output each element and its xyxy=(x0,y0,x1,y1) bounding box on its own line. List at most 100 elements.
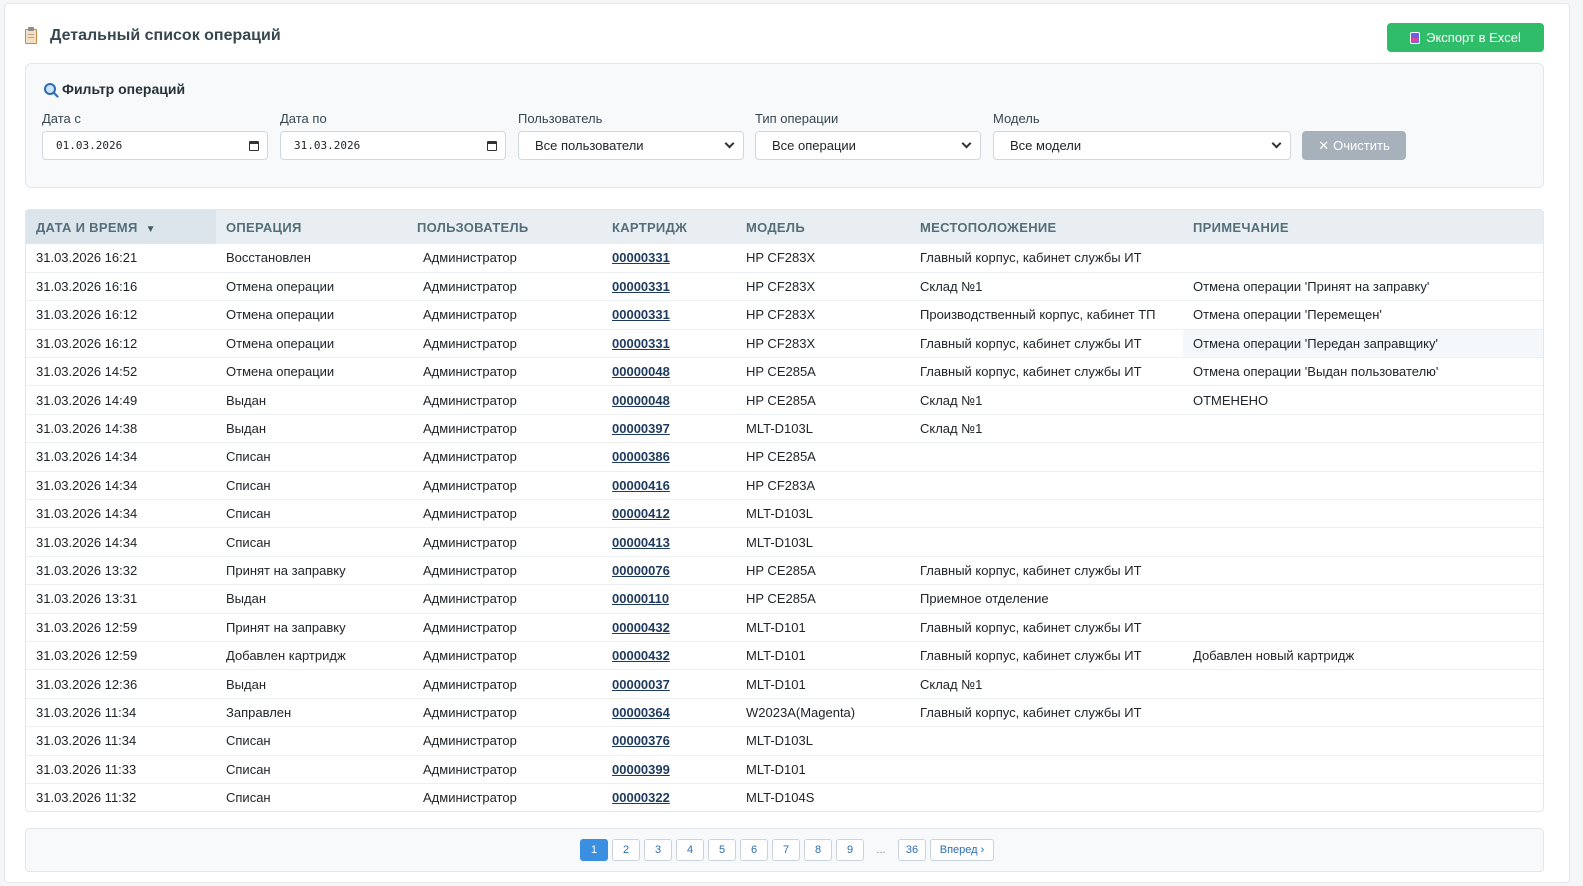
sort-desc-icon[interactable]: ▼ xyxy=(146,224,156,235)
cell-note xyxy=(1183,414,1543,442)
cell-cartridge[interactable]: 00000399 xyxy=(602,755,736,783)
clear-filter-button[interactable]: ✕ Очистить xyxy=(1302,131,1406,160)
column-header-model[interactable]: МОДЕЛЬ xyxy=(736,210,910,244)
cell-model: HP CE285A xyxy=(746,364,816,380)
page-button[interactable]: 3 xyxy=(644,839,672,861)
cell-cartridge[interactable]: 00000331 xyxy=(602,244,736,272)
cell-operation: Отмена операции xyxy=(226,335,335,351)
page-button[interactable]: 2 xyxy=(612,839,640,861)
page-button[interactable]: 1 xyxy=(580,839,608,861)
table-row[interactable]: 31.03.2026 11:34 Заправлен Администратор 00… xyxy=(26,698,1543,727)
optype-field: Тип операции Все операции xyxy=(755,111,981,160)
table-row[interactable]: 31.03.2026 14:34 Списан Администратор 00000… xyxy=(26,528,1543,557)
cell-datetime: 31.03.2026 14:34 xyxy=(36,477,138,493)
table-row[interactable]: 31.03.2026 11:32 Списан Администратор 00000… xyxy=(26,783,1543,811)
column-header-operation[interactable]: ОПЕРАЦИЯ xyxy=(216,210,407,244)
model-select[interactable]: Все модели xyxy=(993,131,1291,160)
cell-cartridge[interactable]: 00000432 xyxy=(602,641,736,669)
page-button-last[interactable]: 36 xyxy=(898,839,926,861)
cell-user: Администратор xyxy=(423,591,517,607)
table-row[interactable]: 31.03.2026 16:16 Отмена операции Администр… xyxy=(26,272,1543,301)
table-row[interactable]: 31.03.2026 13:31 Выдан Администратор 000001… xyxy=(26,585,1543,614)
cell-cartridge[interactable]: 00000076 xyxy=(602,556,736,584)
column-header-user[interactable]: ПОЛЬЗОВАТЕЛЬ xyxy=(407,210,602,244)
export-excel-button[interactable]: Экспорт в Excel xyxy=(1387,23,1544,52)
cell-user: Администратор xyxy=(423,279,517,295)
cell-model: HP CE285A xyxy=(746,562,816,578)
table-row[interactable]: 31.03.2026 16:12 Отмена операции Администр… xyxy=(26,329,1543,358)
cell-cartridge[interactable]: 00000364 xyxy=(602,698,736,726)
column-header-note[interactable]: ПРИМЕЧАНИЕ xyxy=(1183,210,1543,244)
chevron-right-icon: › xyxy=(980,844,985,856)
table-row[interactable]: 31.03.2026 14:34 Списан Администратор 00000… xyxy=(26,471,1543,500)
table-row[interactable]: 31.03.2026 16:21 Восстановлен Администрато… xyxy=(26,244,1543,273)
cell-cartridge[interactable]: 00000331 xyxy=(602,329,736,357)
column-header-location[interactable]: МЕСТОПОЛОЖЕНИЕ xyxy=(910,210,1183,244)
table-row[interactable]: 31.03.2026 13:32 Принят на заправку Админи… xyxy=(26,556,1543,585)
main-panel: Детальный список операций Экспорт в Exce… xyxy=(4,3,1570,883)
table-row[interactable]: 31.03.2026 14:49 Выдан Администратор 000000… xyxy=(26,386,1543,415)
cell-cartridge[interactable]: 00000386 xyxy=(602,443,736,471)
cell-datetime: 31.03.2026 14:52 xyxy=(36,364,138,380)
column-header-cartridge[interactable]: КАРТРИДЖ xyxy=(602,210,736,244)
cell-operation: Списан xyxy=(226,477,271,493)
table-row[interactable]: 31.03.2026 14:38 Выдан Администратор 000003… xyxy=(26,414,1543,443)
cell-cartridge[interactable]: 00000412 xyxy=(602,500,736,528)
table-row[interactable]: 31.03.2026 12:59 Добавлен картридж Админис… xyxy=(26,641,1543,670)
calendar-icon[interactable] xyxy=(249,140,259,151)
date-from-field: Дата с 01.03.2026 xyxy=(42,111,268,160)
cell-operation: Отмена операции xyxy=(226,307,335,323)
cell-location: Главный корпус, кабинет службы ИТ xyxy=(920,250,1142,266)
page-button[interactable]: 4 xyxy=(676,839,704,861)
cell-operation: Отмена операции xyxy=(226,279,335,295)
cell-datetime: 31.03.2026 12:59 xyxy=(36,619,138,635)
calendar-icon[interactable] xyxy=(487,140,497,151)
page-button[interactable]: 8 xyxy=(804,839,832,861)
cell-cartridge[interactable]: 00000322 xyxy=(602,783,736,811)
cell-cartridge[interactable]: 00000331 xyxy=(602,301,736,329)
table-row[interactable]: 31.03.2026 14:52 Отмена операции Администр… xyxy=(26,358,1543,386)
page-button[interactable]: 6 xyxy=(740,839,768,861)
table-row[interactable]: 31.03.2026 11:34 Списан Администратор 00000… xyxy=(26,727,1543,756)
cell-operation: Добавлен картридж xyxy=(226,648,346,664)
cell-operation: Выдан xyxy=(226,421,267,437)
table-row[interactable]: 31.03.2026 12:36 Выдан Администратор 000000… xyxy=(26,670,1543,699)
cell-datetime: 31.03.2026 11:34 xyxy=(36,704,137,720)
cell-location: Склад №1 xyxy=(920,676,983,692)
table-row[interactable]: 31.03.2026 12:59 Принят на заправку Админи… xyxy=(26,613,1543,642)
cell-cartridge[interactable]: 00000048 xyxy=(602,386,736,414)
cell-operation: Восстановлен xyxy=(226,250,311,266)
cell-note xyxy=(1183,500,1543,528)
cell-location: Главный корпус, кабинет службы ИТ xyxy=(920,335,1142,351)
cell-cartridge[interactable]: 00000037 xyxy=(602,670,736,698)
model-select-value: Все модели xyxy=(1010,138,1082,153)
page-ellipsis: ... xyxy=(876,844,886,856)
cell-note xyxy=(1183,443,1543,471)
cell-cartridge[interactable]: 00000048 xyxy=(602,358,736,386)
date-from-input[interactable]: 01.03.2026 xyxy=(42,131,268,160)
table-row[interactable]: 31.03.2026 16:12 Отмена операции Администр… xyxy=(26,301,1543,330)
optype-select[interactable]: Все операции xyxy=(755,131,981,160)
cell-user: Администратор xyxy=(423,506,517,522)
cell-cartridge[interactable]: 00000110 xyxy=(602,585,736,613)
cell-cartridge[interactable]: 00000397 xyxy=(602,414,736,442)
date-to-input[interactable]: 31.03.2026 xyxy=(280,131,506,160)
cell-cartridge[interactable]: 00000413 xyxy=(602,528,736,556)
table-row[interactable]: 31.03.2026 11:33 Списан Администратор 00000… xyxy=(26,755,1543,784)
cell-model: HP CF283A xyxy=(746,477,816,493)
page-button[interactable]: 7 xyxy=(772,839,800,861)
next-page-button[interactable]: Вперед › xyxy=(930,839,994,861)
cell-datetime: 31.03.2026 11:33 xyxy=(36,761,137,777)
cell-cartridge[interactable]: 00000331 xyxy=(602,272,736,300)
cell-cartridge[interactable]: 00000376 xyxy=(602,727,736,755)
table-row[interactable]: 31.03.2026 14:34 Списан Администратор 00000… xyxy=(26,500,1543,528)
cell-note xyxy=(1183,244,1543,272)
cell-cartridge[interactable]: 00000432 xyxy=(602,613,736,641)
column-header-datetime[interactable]: ДАТА И ВРЕМЯ ▼ xyxy=(26,210,216,244)
cell-cartridge[interactable]: 00000416 xyxy=(602,471,736,499)
table-row[interactable]: 31.03.2026 14:34 Списан Администратор 00000… xyxy=(26,443,1543,472)
cell-note xyxy=(1183,585,1543,613)
user-select[interactable]: Все пользователи xyxy=(518,131,744,160)
page-button[interactable]: 5 xyxy=(708,839,736,861)
page-button[interactable]: 9 xyxy=(836,839,864,861)
